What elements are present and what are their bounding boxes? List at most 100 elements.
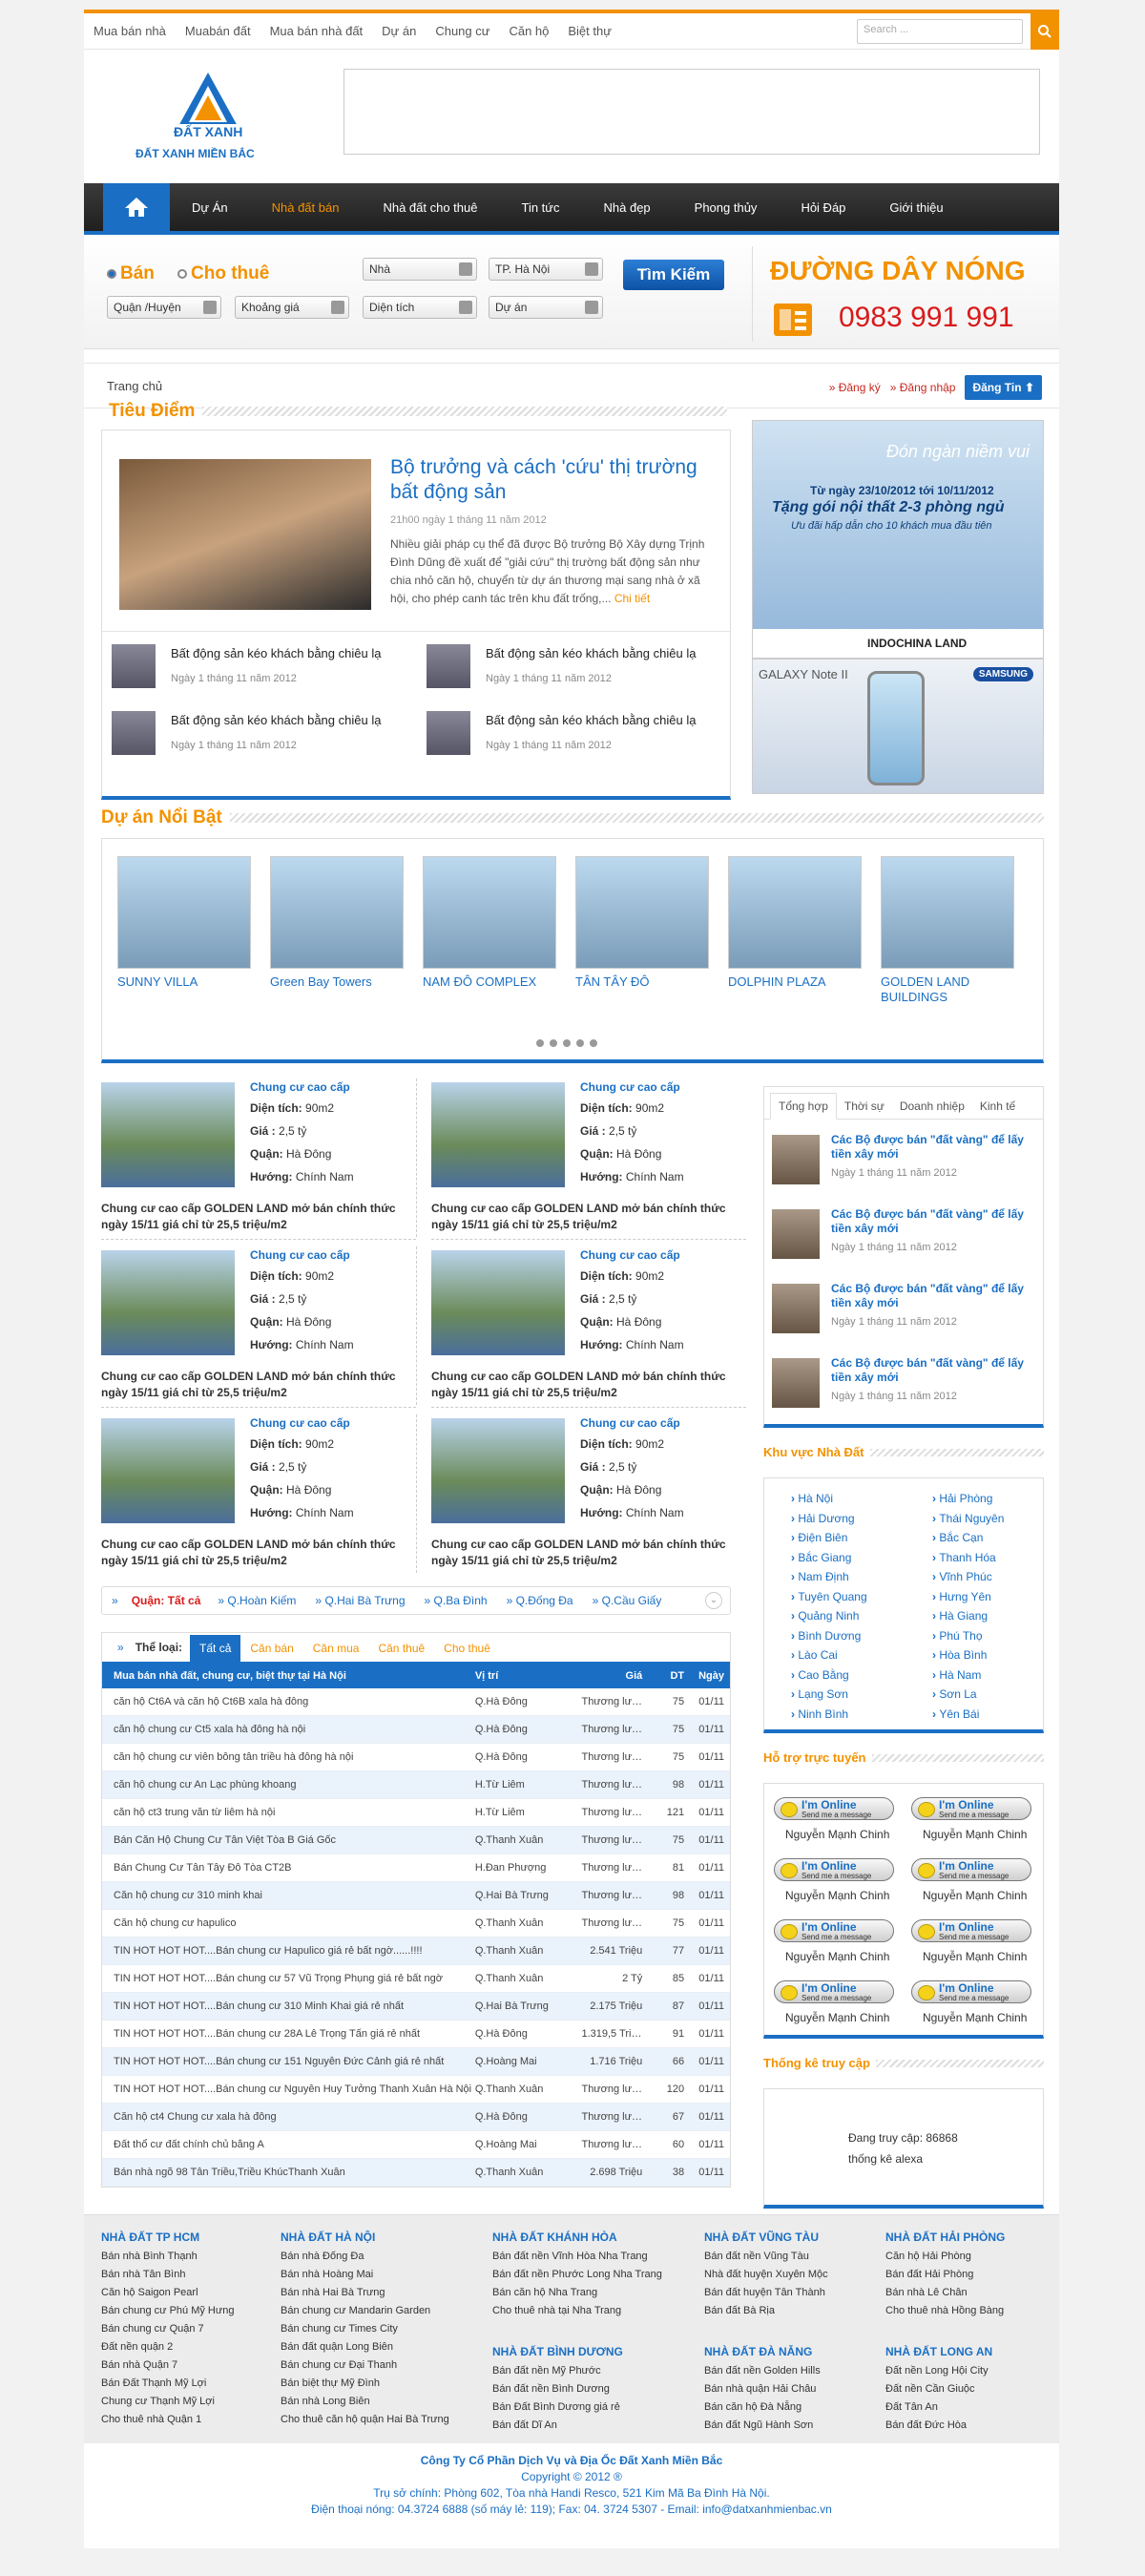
listing-card[interactable]: Chung cư cao cấp Diện tích: 90m2 Giá : 2,5…: [431, 1075, 746, 1243]
area-link[interactable]: Hà Giang: [932, 1609, 988, 1623]
table-row[interactable]: căn hộ Ct6A và căn hộ Ct6B xala hà đông Q…: [102, 1688, 730, 1716]
type-select[interactable]: Nhà: [363, 258, 477, 281]
category-tab[interactable]: Cho thuê: [434, 1635, 500, 1662]
filter-item[interactable]: » Q.Cầu Giấy: [593, 1594, 662, 1607]
footer-link[interactable]: Nhà đất huyện Xuyên Mộc: [704, 2266, 895, 2284]
tab-thoi-su[interactable]: Thời sự: [837, 1094, 892, 1119]
footer-link[interactable]: Chung cư Thạnh Mỹ Lợi: [101, 2393, 292, 2411]
carousel-dot[interactable]: [536, 1039, 544, 1047]
tab-news-item[interactable]: Các Bộ được bán "đất vàng" để lấy tiền x…: [772, 1278, 1039, 1349]
table-row[interactable]: TIN HOT HOT HOT....Bán chung cư 310 Minh…: [102, 1993, 730, 2021]
register-link[interactable]: » Đăng ký: [829, 381, 881, 394]
listing-card[interactable]: Chung cư cao cấp Diện tích: 90m2 Giá : 2,5…: [431, 1411, 746, 1579]
support-agent[interactable]: I'm Online Send me a message Nguyễn Mạnh C…: [909, 1977, 1043, 2036]
home-button[interactable]: [103, 183, 170, 231]
yahoo-status-button[interactable]: I'm Online Send me a message: [911, 1919, 1031, 1942]
footer-link[interactable]: Bán nhà Quận 7: [101, 2356, 292, 2375]
support-agent[interactable]: I'm Online Send me a message Nguyễn Mạnh C…: [772, 1977, 906, 2036]
topnav-link[interactable]: Mua bán nhà: [94, 24, 166, 38]
mainnav-item[interactable]: Nhà đẹp: [582, 183, 673, 231]
footer-link[interactable]: Bán biệt thự Mỹ Đình: [281, 2375, 471, 2393]
footer-link[interactable]: Bán đất huyện Tân Thành: [704, 2284, 895, 2302]
topnav-link[interactable]: Dự án: [382, 24, 416, 38]
footer-link[interactable]: Cho thuê căn hộ quận Hai Bà Trưng: [281, 2411, 471, 2429]
radio-cho-thue[interactable]: Cho thuê: [177, 263, 269, 284]
tab-tong-hop[interactable]: Tổng hợp: [770, 1093, 837, 1120]
project-card[interactable]: TÂN TÂY ĐÔ: [575, 856, 709, 990]
footer-link[interactable]: Bán nhà Lê Chân: [885, 2284, 1076, 2302]
footer-heading[interactable]: NHÀ ĐẤT LONG AN: [885, 2345, 1076, 2358]
area-link[interactable]: Thái Nguyên: [932, 1512, 1004, 1525]
area-link[interactable]: Nam Định: [791, 1570, 848, 1583]
table-row[interactable]: Đất thổ cư đất chính chủ bằng A Q.Hoàng M…: [102, 2131, 730, 2159]
footer-link[interactable]: Bán chung cư Đại Thanh: [281, 2356, 471, 2375]
tab-news-item[interactable]: Các Bộ được bán "đất vàng" để lấy tiền x…: [772, 1352, 1039, 1423]
carousel-dot[interactable]: [576, 1039, 584, 1047]
area-link[interactable]: Hà Nội: [791, 1492, 833, 1505]
tab-doanh-nghiep[interactable]: Doanh nhiệp: [892, 1094, 972, 1119]
footer-link[interactable]: Bán nhà Tân Bình: [101, 2266, 292, 2284]
footer-link[interactable]: Bán đất Dĩ An: [492, 2417, 683, 2435]
footer-link[interactable]: Căn hộ Saigon Pearl: [101, 2284, 292, 2302]
footer-link[interactable]: Bán Đất Bình Dương giá rẻ: [492, 2398, 683, 2417]
filter-item[interactable]: » Q.Ba Đình: [425, 1594, 488, 1607]
footer-link[interactable]: Bán chung cư Mandarin Garden: [281, 2302, 471, 2320]
footer-link[interactable]: Cho thuê nhà tại Nha Trang: [492, 2302, 683, 2320]
area-link[interactable]: Quảng Ninh: [791, 1609, 859, 1623]
area-link[interactable]: Lạng Sơn: [791, 1687, 848, 1701]
topnav-link[interactable]: Mua bán nhà đất: [270, 24, 364, 38]
footer-link[interactable]: Bán đất quận Long Biên: [281, 2338, 471, 2356]
area-link[interactable]: Lào Cai: [791, 1648, 837, 1662]
ad-banner-samsung[interactable]: GALAXY Note II SAMSUNG: [752, 659, 1044, 794]
yahoo-status-button[interactable]: I'm Online Send me a message: [774, 1980, 894, 2003]
footer-link[interactable]: Bán nhà Hai Bà Trưng: [281, 2284, 471, 2302]
listing-card[interactable]: Chung cư cao cấp Diện tích: 90m2 Giá : 2,5…: [101, 1411, 417, 1579]
table-row[interactable]: TIN HOT HOT HOT....Bán chung cư 57 Vũ Tr…: [102, 1965, 730, 1993]
area-link[interactable]: Bắc Giang: [791, 1551, 851, 1564]
carousel-dot[interactable]: [550, 1039, 557, 1047]
area-link[interactable]: Hà Nam: [932, 1668, 981, 1682]
yahoo-status-button[interactable]: I'm Online Send me a message: [911, 1980, 1031, 2003]
price-select[interactable]: Khoảng giá: [235, 296, 349, 319]
area-link[interactable]: Phú Thọ: [932, 1629, 982, 1643]
table-row[interactable]: TIN HOT HOT HOT....Bán chung cư Nguyễn H…: [102, 2076, 730, 2104]
footer-heading[interactable]: NHÀ ĐẤT HÀ NỘI: [281, 2230, 471, 2244]
mainnav-item-active[interactable]: Nhà đất bán: [250, 183, 362, 231]
area-link[interactable]: Cao Bằng: [791, 1668, 848, 1682]
support-agent[interactable]: I'm Online Send me a message Nguyễn Mạnh C…: [772, 1916, 906, 1975]
area-link[interactable]: Sơn La: [932, 1687, 976, 1701]
topnav-link[interactable]: Chung cư: [435, 24, 489, 38]
footer-heading[interactable]: NHÀ ĐẤT TP HCM: [101, 2230, 292, 2244]
footer-link[interactable]: Đất nền quận 2: [101, 2338, 292, 2356]
footer-link[interactable]: Bán căn hộ Đà Nẵng: [704, 2398, 895, 2417]
area-link[interactable]: Hải Dương: [791, 1512, 854, 1525]
news-item[interactable]: Bất động sản kéo khách bằng chiêu lạ Ngày…: [102, 703, 407, 761]
category-tab[interactable]: Căn bán: [240, 1635, 302, 1662]
footer-link[interactable]: Bán đất nền Bình Dương: [492, 2380, 683, 2398]
news-item[interactable]: Bất động sản kéo khách bằng chiêu lạ Ngày…: [102, 637, 407, 694]
footer-link[interactable]: Bán đất Ngũ Hành Sơn: [704, 2417, 895, 2435]
area-link[interactable]: Bắc Cạn: [932, 1531, 983, 1544]
footer-link[interactable]: Bán chung cư Phú Mỹ Hưng: [101, 2302, 292, 2320]
news-item[interactable]: Bất động sản kéo khách bằng chiêu lạ Ngày…: [417, 703, 722, 761]
project-select[interactable]: Dự án: [489, 296, 603, 319]
support-agent[interactable]: I'm Online Send me a message Nguyễn Mạnh C…: [909, 1854, 1043, 1914]
mainnav-item[interactable]: Giới thiệu: [867, 183, 965, 231]
area-link[interactable]: Điện Biên: [791, 1531, 847, 1544]
footer-link[interactable]: Bán chung cư Quận 7: [101, 2320, 292, 2338]
table-row[interactable]: Căn hộ chung cư hapulico Q.Thanh Xuân Thươ…: [102, 1910, 730, 1937]
area-link[interactable]: Tuyên Quang: [791, 1590, 866, 1603]
tab-kinh-te[interactable]: Kinh tế: [972, 1094, 1023, 1119]
category-tab[interactable]: Căn thuê: [368, 1635, 434, 1662]
featured-image[interactable]: [119, 459, 371, 610]
footer-link[interactable]: Cho thuê nhà Quận 1: [101, 2411, 292, 2429]
logo[interactable]: ĐẤT XANH ĐẤT XANH MIỀN BẮC: [132, 69, 284, 174]
support-agent[interactable]: I'm Online Send me a message Nguyễn Mạnh C…: [909, 1916, 1043, 1975]
radio-ban[interactable]: Bán: [107, 263, 155, 284]
area-link[interactable]: Ninh Bình: [791, 1707, 848, 1721]
topnav-link[interactable]: Căn hộ: [509, 24, 549, 38]
area-link[interactable]: Vĩnh Phúc: [932, 1570, 991, 1583]
listing-card[interactable]: Chung cư cao cấp Diện tích: 90m2 Giá : 2,5…: [101, 1243, 417, 1411]
project-card[interactable]: NAM ĐÔ COMPLEX: [423, 856, 556, 990]
yahoo-status-button[interactable]: I'm Online Send me a message: [774, 1797, 894, 1820]
